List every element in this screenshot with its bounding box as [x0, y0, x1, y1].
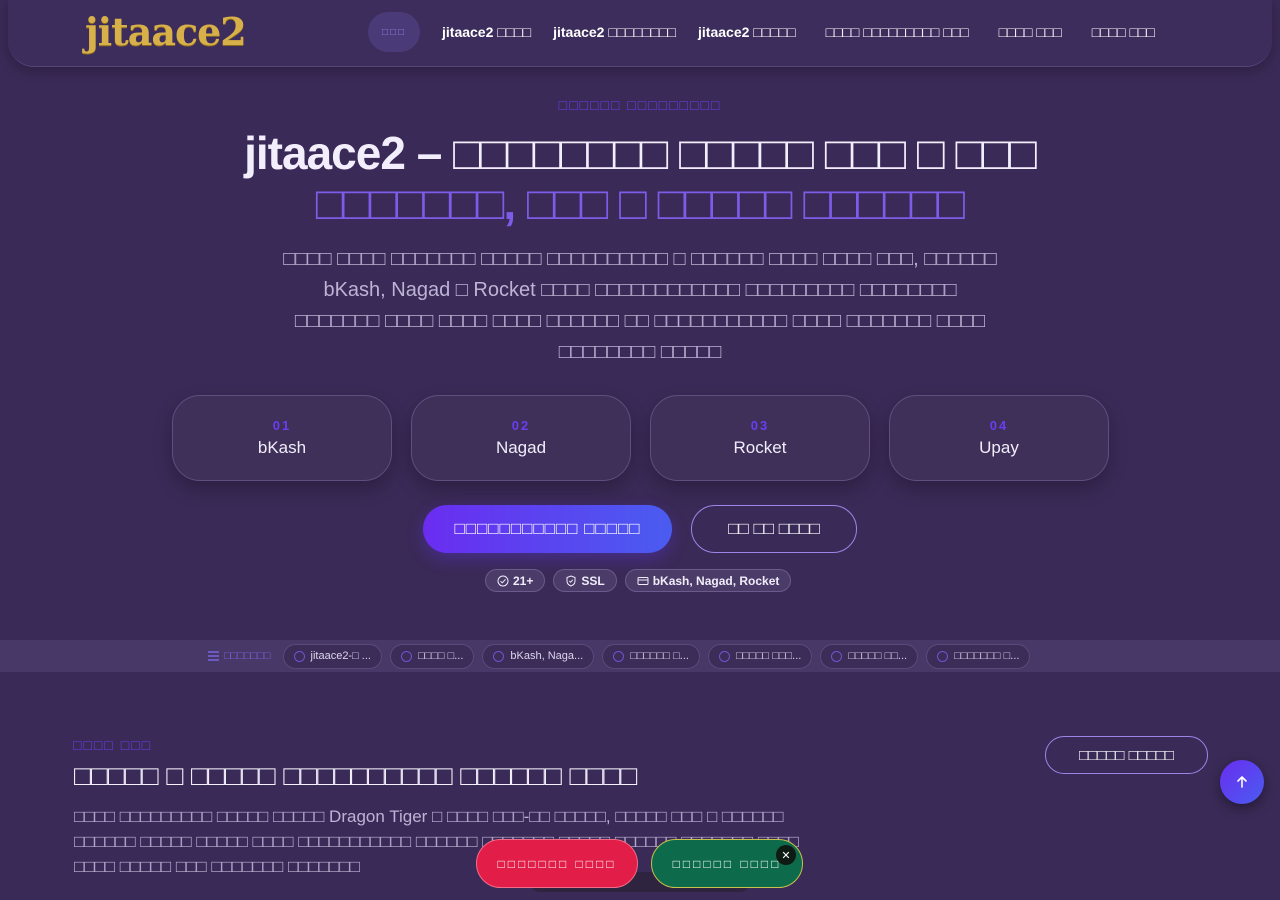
payment-card-nagad: 02 Nagad	[411, 395, 631, 481]
ssl-badge: SSL	[553, 569, 617, 592]
nav-item-4[interactable]: □□□□ □□□□□□□□□ □□□	[826, 24, 969, 40]
age-badge: 21+	[485, 569, 546, 592]
payment-card-name: Rocket	[733, 438, 787, 457]
hero-title: jitaace2 – □□□□□□□□ □□□□□ □□□ □ □□□ □□□□…	[180, 128, 1100, 228]
toc-item[interactable]: □□□□□□□ □...	[926, 643, 1031, 669]
payment-method-cards: 01 bKash 02 Nagad 03 Rocket 04 Upay	[172, 395, 1109, 481]
nav-item-5[interactable]: □□□□ □□□	[999, 24, 1062, 40]
age-badge-text: 21+	[513, 573, 534, 588]
payment-card-name: Nagad	[495, 438, 547, 457]
nav-item-1[interactable]: jitaace2 □□□□	[442, 24, 531, 40]
payment-card-rocket: 03 Rocket	[650, 395, 870, 481]
toc-item[interactable]: □□□□□□ □...	[602, 643, 700, 669]
bullet-icon	[400, 650, 412, 662]
toc-item-label: □□□□□□□ □...	[954, 650, 1020, 662]
ssl-badge-text: SSL	[581, 573, 605, 588]
bullet-icon	[937, 650, 949, 662]
payment-card-bkash: 01 bKash	[172, 395, 392, 481]
secondary-cta-button[interactable]: □□ □□ □□□□	[691, 505, 857, 553]
bullet-icon	[613, 650, 625, 662]
main-nav: □□□ jitaace2 □□□□ jitaace2 □□□□□□□□ jita…	[368, 12, 1155, 52]
site-logo[interactable]: jitaace2	[85, 9, 247, 54]
nav-item-6[interactable]: □□□□ □□□	[1092, 24, 1155, 40]
trust-badges: 21+ SSL bKash, Nagad, Rocket	[485, 569, 792, 592]
toc-item-label: bKash, Naga...	[510, 650, 584, 662]
list-icon	[208, 651, 219, 661]
toc-item-label: □□□□□ □□...	[848, 650, 908, 662]
nav-home-button[interactable]: □□□	[368, 12, 420, 52]
payment-card-name: Upay	[979, 438, 1019, 457]
bullet-icon	[293, 650, 305, 662]
hero-title-main: jitaace2 – □□□□□□□□ □□□□□ □□□ □ □□□	[244, 127, 1037, 179]
payment-card-number: 04	[989, 418, 1009, 433]
sticky-register-button[interactable]: □□□□□□□ □□□□	[476, 839, 638, 888]
payment-badge: bKash, Nagad, Rocket	[624, 569, 792, 592]
card-icon	[637, 576, 649, 585]
nav-item-2[interactable]: jitaace2 □□□□□□□□	[553, 24, 676, 40]
toc-item-label: jitaace2-□ ...	[310, 650, 371, 662]
register-button[interactable]: □□□□□□□□□□□ □□□□□	[423, 505, 672, 553]
hero-description: □□□□ □□□□ □□□□□□□ □□□□□ □□□□□□□□□□ □ □□□…	[283, 248, 997, 363]
arrow-up-icon	[1237, 776, 1247, 788]
hero-title-accent: □□□□□□□, □□□ □ □□□□□ □□□□□□	[315, 177, 965, 229]
hero-eyebrow: □□□□□□ □□□□□□□□□	[558, 97, 722, 113]
site-header: jitaace2 □□□ jitaace2 □□□□ jitaace2 □□□□…	[8, 0, 1272, 67]
nav-item-3[interactable]: jitaace2 □□□□□	[698, 24, 796, 40]
toc-item[interactable]: □□□□ □...	[389, 643, 475, 669]
section-eyebrow: □□□□ □□□	[73, 737, 153, 753]
toc-item[interactable]: □□□□□ □□□...	[707, 643, 813, 669]
payment-card-upay: 04 Upay	[889, 395, 1109, 481]
section-more-button[interactable]: □□□□□ □□□□□	[1045, 736, 1208, 774]
sticky-close-button[interactable]: ✕	[776, 845, 796, 865]
bullet-icon	[493, 650, 505, 662]
toc-item[interactable]: bKash, Naga...	[482, 643, 595, 669]
toc-label: □□□□□□□	[208, 650, 271, 662]
toc-item[interactable]: jitaace2-□ ...	[282, 643, 382, 669]
table-of-contents-bar: □□□□□□□ jitaace2-□ ... □□□□ □... bKash, …	[0, 640, 1280, 672]
payment-card-number: 02	[511, 418, 531, 433]
payment-badge-text: bKash, Nagad, Rocket	[652, 573, 780, 588]
payment-card-number: 03	[750, 418, 770, 433]
toc-label-text: □□□□□□□	[224, 650, 271, 662]
bullet-icon	[831, 650, 843, 662]
check-circle-icon	[497, 575, 509, 586]
payment-card-number: 01	[272, 418, 292, 433]
toc-item[interactable]: □□□□□ □□...	[820, 643, 919, 669]
toc-item-label: □□□□□□ □...	[630, 650, 689, 662]
shield-icon	[566, 574, 576, 587]
toc-item-label: □□□□□ □□□...	[735, 650, 802, 662]
bullet-icon	[718, 650, 730, 662]
section-title: □□□□□ □ □□□□□ □□□□□□□□□□ □□□□□□ □□□□	[74, 760, 638, 791]
scroll-to-top-button[interactable]	[1220, 760, 1264, 804]
toc-item-label: □□□□ □...	[417, 650, 464, 662]
payment-card-name: bKash	[257, 438, 307, 457]
